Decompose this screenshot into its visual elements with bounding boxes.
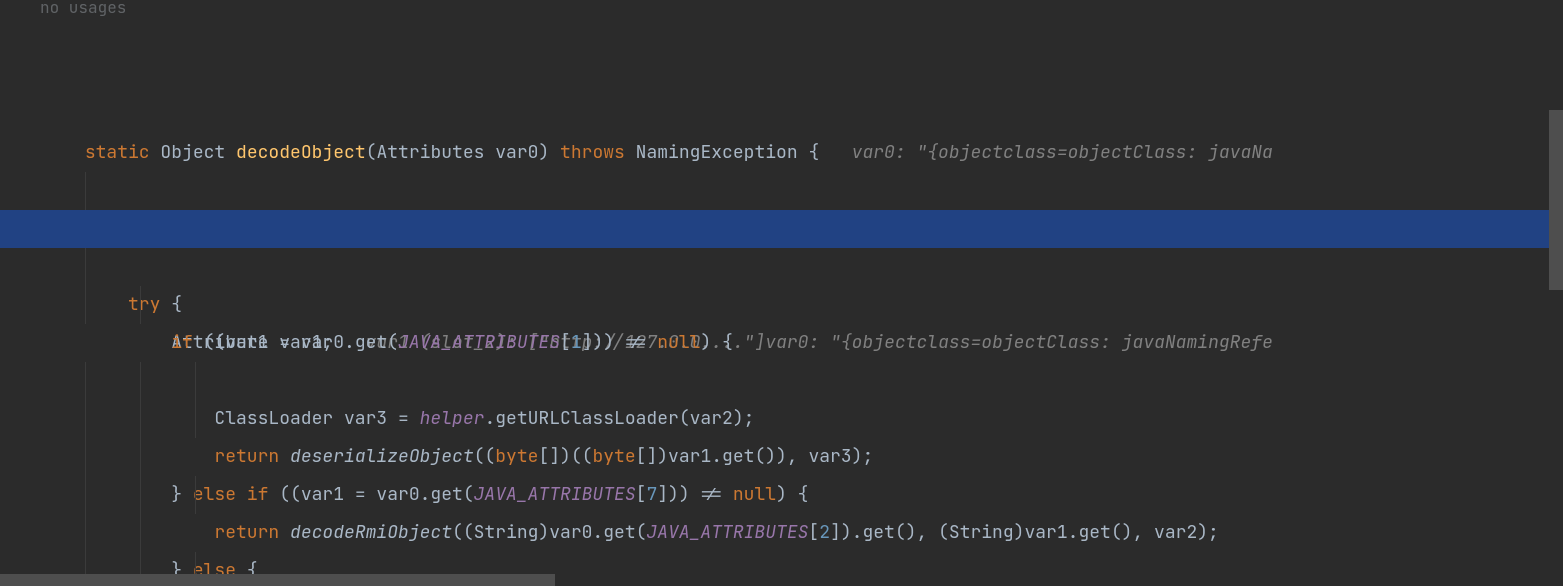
code-line[interactable] [0,96,1563,134]
usages-hint: no usages [0,0,1563,20]
code-line[interactable]: Attribute var1; var1 (slot_2): ["http://… [0,172,1563,210]
code-line[interactable]: return decodeRmiObject((String)var0.get(… [0,362,1563,400]
code-line[interactable]: } [0,514,1563,552]
code-line[interactable]: String[] var2 = getCodebases(var0.get(JA… [0,58,1563,96]
code-line[interactable]: try { [0,134,1563,172]
code-line[interactable]: } catch (IOException var5) { [0,552,1563,572]
code-line[interactable]: return var1 == null || !var1.contains(JA… [0,476,1563,514]
code-line-highlighted[interactable]: if ((var1 = var0.get(JAVA_ATTRIBUTES[1])… [0,210,1563,248]
code-line[interactable]: } else { [0,400,1563,438]
code-line[interactable]: var1 = var0.get(JAVA_ATTRIBUTES[0]); [0,438,1563,476]
code-line[interactable]: static Object decodeObject(Attributes va… [0,20,1563,58]
code-editor[interactable]: no usages static Object decodeObject(Att… [0,0,1563,586]
horizontal-scrollbar[interactable] [0,574,555,586]
vertical-scrollbar[interactable] [1549,110,1563,290]
code-line[interactable]: return deserializeObject((byte[])((byte[… [0,286,1563,324]
code-line[interactable]: ClassLoader var3 = helper.getURLClassLoa… [0,248,1563,286]
code-line[interactable]: } else if ((var1 = var0.get(JAVA_ATTRIBU… [0,324,1563,362]
